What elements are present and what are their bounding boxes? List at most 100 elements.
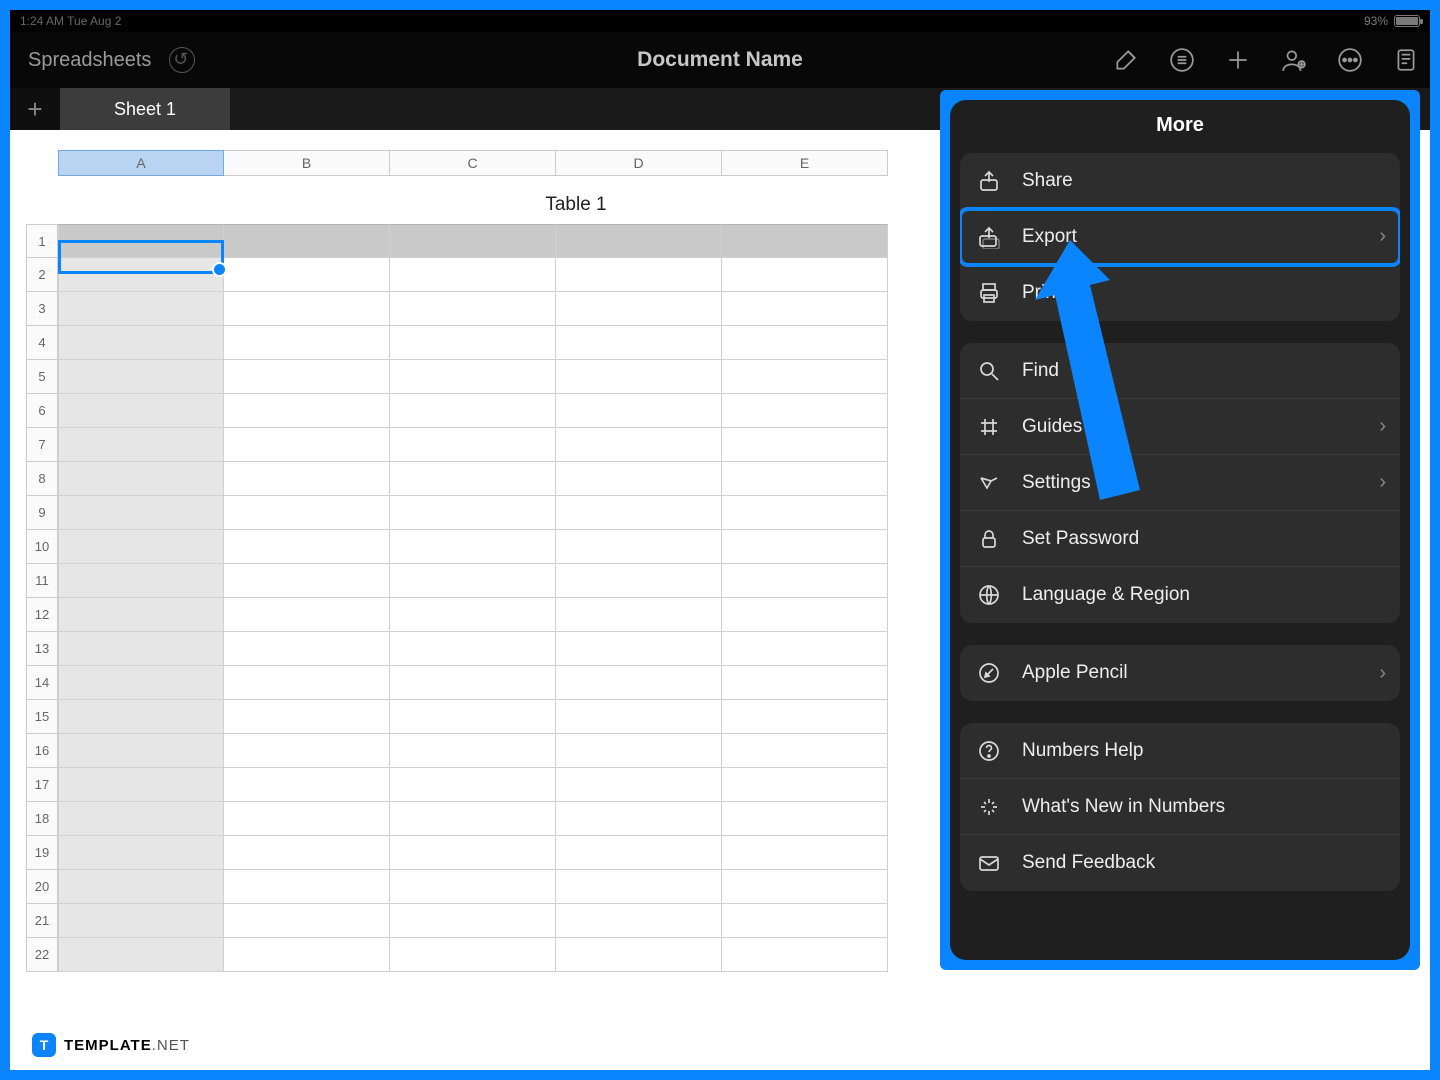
row-header[interactable]: 9 [26,496,58,530]
cell[interactable] [224,768,390,802]
cell[interactable] [224,428,390,462]
menu-send-feedback[interactable]: Send Feedback [960,835,1400,891]
cell[interactable] [556,258,722,292]
cell[interactable] [58,360,224,394]
cell[interactable] [722,598,888,632]
menu-language-region[interactable]: Language & Region [960,567,1400,623]
row-header[interactable]: 14 [26,666,58,700]
col-header-C[interactable]: C [390,150,556,176]
cell[interactable] [390,666,556,700]
cell[interactable] [58,530,224,564]
cell[interactable] [556,292,722,326]
row-header[interactable]: 10 [26,530,58,564]
back-button[interactable]: Spreadsheets [28,49,151,72]
sheet-tab-1[interactable]: Sheet 1 [60,88,230,130]
undo-button[interactable] [169,47,195,73]
menu-set-password[interactable]: Set Password [960,511,1400,567]
cell[interactable] [390,870,556,904]
cell[interactable] [58,428,224,462]
cell[interactable] [722,734,888,768]
row-header[interactable]: 18 [26,802,58,836]
cell[interactable] [224,360,390,394]
cell[interactable] [390,938,556,972]
cell[interactable] [224,224,390,258]
cell[interactable] [224,734,390,768]
menu-find[interactable]: Find [960,343,1400,399]
row-header[interactable]: 11 [26,564,58,598]
cell[interactable] [556,462,722,496]
cell[interactable] [722,394,888,428]
cell[interactable] [390,598,556,632]
cell[interactable] [556,326,722,360]
cell[interactable] [390,360,556,394]
cell[interactable] [58,938,224,972]
cell[interactable] [556,360,722,394]
cell[interactable] [58,836,224,870]
cell[interactable] [58,632,224,666]
cell[interactable] [224,564,390,598]
menu-export[interactable]: Export › [960,209,1400,265]
cell[interactable] [722,564,888,598]
cell[interactable] [390,904,556,938]
cell[interactable] [390,462,556,496]
cell[interactable] [722,802,888,836]
row-header[interactable]: 7 [26,428,58,462]
cell[interactable] [224,836,390,870]
cell[interactable] [224,802,390,836]
collaborate-icon[interactable] [1280,46,1308,74]
cell[interactable] [224,462,390,496]
cell[interactable] [556,530,722,564]
cell[interactable] [390,394,556,428]
menu-numbers-help[interactable]: Numbers Help [960,723,1400,779]
cell[interactable] [390,836,556,870]
cell[interactable] [58,666,224,700]
col-header-D[interactable]: D [556,150,722,176]
cell[interactable] [58,326,224,360]
cell[interactable] [556,598,722,632]
add-sheet-button[interactable]: + [10,88,60,130]
row-header[interactable]: 8 [26,462,58,496]
menu-whats-new[interactable]: What's New in Numbers [960,779,1400,835]
cell[interactable] [722,462,888,496]
cell[interactable] [58,768,224,802]
cell[interactable] [722,428,888,462]
row-headers[interactable]: 12345678910111213141516171819202122 [26,224,58,972]
menu-settings[interactable]: Settings › [960,455,1400,511]
cell[interactable] [722,870,888,904]
row-header[interactable]: 16 [26,734,58,768]
cell[interactable] [556,938,722,972]
cell[interactable] [390,224,556,258]
cell[interactable] [224,904,390,938]
cell[interactable] [722,666,888,700]
cell[interactable] [58,292,224,326]
row-header[interactable]: 19 [26,836,58,870]
cell[interactable] [556,734,722,768]
row-header[interactable]: 5 [26,360,58,394]
list-icon[interactable] [1168,46,1196,74]
cell[interactable] [224,870,390,904]
cell[interactable] [722,326,888,360]
menu-guides[interactable]: Guides › [960,399,1400,455]
cell[interactable] [556,564,722,598]
cell[interactable] [390,632,556,666]
cell[interactable] [224,326,390,360]
cell[interactable] [224,632,390,666]
cell[interactable] [722,836,888,870]
add-icon[interactable] [1224,46,1252,74]
cell[interactable] [58,802,224,836]
cell[interactable] [556,428,722,462]
cell[interactable] [390,258,556,292]
cell[interactable] [390,802,556,836]
cell[interactable] [556,666,722,700]
cell[interactable] [224,530,390,564]
document-title[interactable]: Document Name [637,48,803,72]
cell[interactable] [224,666,390,700]
more-icon[interactable] [1336,46,1364,74]
cell[interactable] [390,496,556,530]
row-header[interactable]: 20 [26,870,58,904]
cell[interactable] [556,802,722,836]
cell[interactable] [722,904,888,938]
cell[interactable] [722,530,888,564]
cell[interactable] [722,292,888,326]
cell[interactable] [722,360,888,394]
